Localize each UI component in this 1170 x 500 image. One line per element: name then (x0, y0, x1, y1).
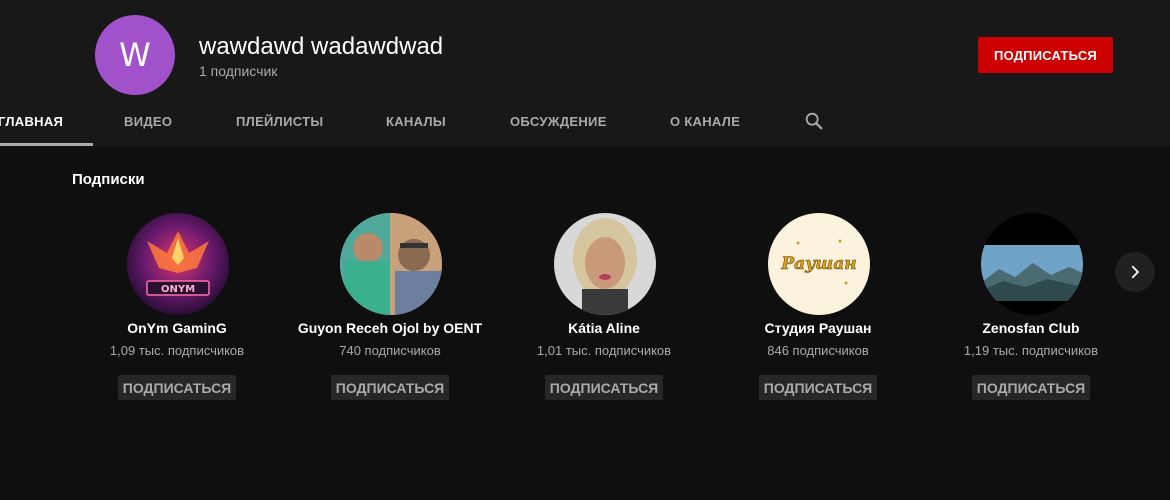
tab-about[interactable]: О КАНАЛЕ (670, 99, 740, 144)
tab-discussion[interactable]: ОБСУЖДЕНИЕ (510, 99, 607, 144)
channel-card-subscribers: 846 подписчиков (767, 343, 869, 358)
channel-card-subscribers: 740 подписчиков (339, 343, 441, 358)
channel-card-name[interactable]: Guyon Receh Ojol by OENT (290, 320, 490, 336)
channel-card-avatar[interactable] (340, 213, 442, 315)
channel-card-name[interactable]: Kátia Aline (504, 320, 704, 336)
channel-card-subscribers: 1,19 тыс. подписчиков (963, 343, 1099, 358)
channel-card-subscribe-button[interactable]: ПОДПИСАТЬСЯ (759, 375, 877, 400)
channel-card-subscribe-button[interactable]: ПОДПИСАТЬСЯ (331, 375, 449, 400)
channel-card: Раушан Студия Раушан 846 подписчиков ПОД… (718, 213, 918, 408)
tab-playlists[interactable]: ПЛЕЙЛИСТЫ (236, 99, 323, 144)
chevron-right-icon (1131, 265, 1139, 279)
subscribe-button[interactable]: ПОДПИСАТЬСЯ (978, 37, 1113, 73)
channel-name: wawdawd wadawdwad (199, 33, 444, 60)
channel-card-avatar[interactable]: ONYM (127, 213, 229, 315)
channel-card-subscribe-button[interactable]: ПОДПИСАТЬСЯ (545, 375, 663, 400)
section-title: Подписки (72, 171, 145, 188)
channel-header: W wawdawd wadawdwad 1 подписчик ПОДПИСАТ… (0, 0, 1170, 146)
channel-card-name[interactable]: Студия Раушан (718, 320, 918, 336)
channel-card-name[interactable]: Zenosfan Club (931, 320, 1131, 336)
channel-card-avatar[interactable]: Раушан (768, 213, 870, 315)
channel-card: Kátia Aline 1,01 тыс. подписчиков ПОДПИС… (504, 213, 704, 408)
channel-card-avatar[interactable] (981, 213, 1083, 315)
channel-card: Guyon Receh Ojol by OENT 740 подписчиков… (290, 213, 490, 408)
channel-avatar[interactable]: W (95, 15, 175, 95)
channel-card-subscribe-button[interactable]: ПОДПИСАТЬСЯ (972, 375, 1090, 400)
channel-card-subscribers: 1,09 тыс. подписчиков (109, 343, 245, 358)
channel-card-name[interactable]: OnYm GaminG (77, 320, 277, 336)
channel-card: ONYM OnYm GaminG 1,09 тыс. подписчиков П… (77, 213, 277, 408)
channel-card-subscribers: 1,01 тыс. подписчиков (536, 343, 672, 358)
tab-videos[interactable]: ВИДЕО (124, 99, 172, 144)
channel-card-avatar[interactable] (554, 213, 656, 315)
tab-channels[interactable]: КАНАЛЫ (386, 99, 446, 144)
channel-card-subscribe-button[interactable]: ПОДПИСАТЬСЯ (118, 375, 236, 400)
avatar-logo-text: ONYM (161, 284, 195, 295)
channel-tabs: ГЛАВНАЯ ВИДЕО ПЛЕЙЛИСТЫ КАНАЛЫ ОБСУЖДЕНИ… (0, 99, 1170, 146)
search-icon[interactable] (803, 110, 825, 132)
channel-card: Zenosfan Club 1,19 тыс. подписчиков ПОДП… (931, 213, 1131, 408)
channel-subscriber-count: 1 подписчик (199, 63, 278, 79)
avatar-logo-text: Раушан (780, 254, 856, 274)
next-button[interactable] (1115, 252, 1155, 292)
tab-home[interactable]: ГЛАВНАЯ (0, 99, 93, 146)
